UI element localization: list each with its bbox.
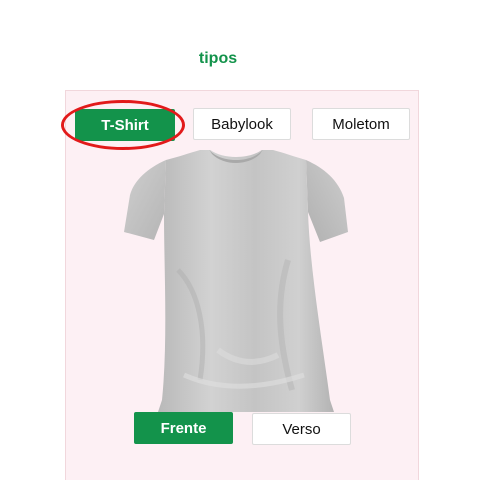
- product-customizer: tipos T-Shirt Babylook Moletom Frente Ve…: [0, 0, 480, 480]
- type-babylook-button[interactable]: Babylook: [193, 108, 291, 140]
- tshirt-front-image: [124, 150, 348, 412]
- view-back-button[interactable]: Verso: [252, 413, 351, 445]
- type-moletom-button[interactable]: Moletom: [312, 108, 410, 140]
- view-front-button[interactable]: Frente: [134, 412, 233, 444]
- section-title: tipos: [198, 50, 238, 67]
- type-tshirt-button[interactable]: T-Shirt: [75, 109, 175, 141]
